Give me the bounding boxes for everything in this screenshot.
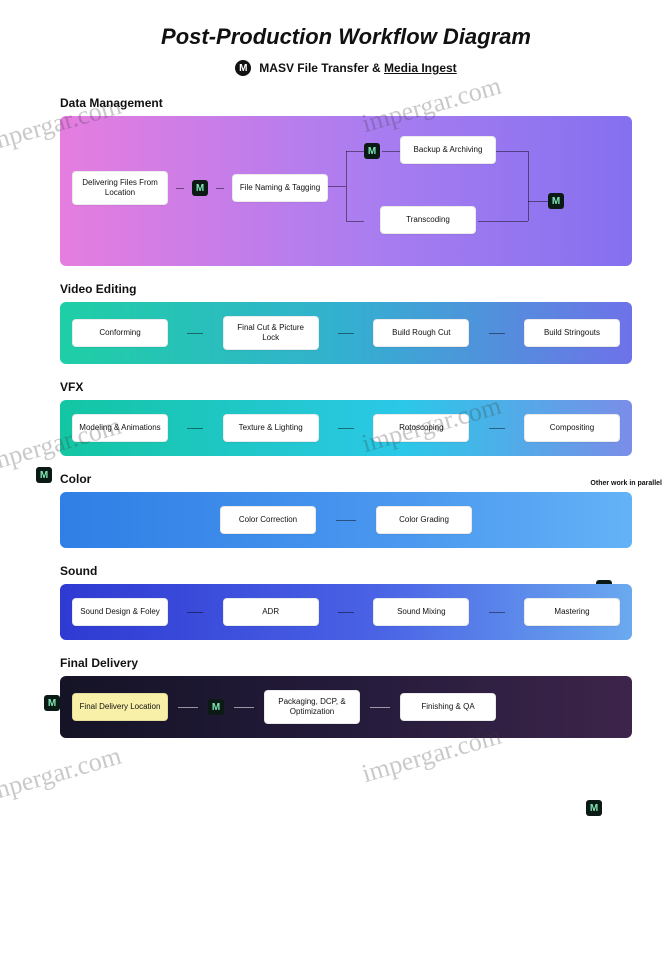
masv-icon: M xyxy=(364,143,380,159)
node-rough-cut: Build Rough Cut xyxy=(373,319,469,347)
section-label-final: Final Delivery xyxy=(60,656,632,670)
subtitle-row: M MASV File Transfer & Media Ingest xyxy=(60,60,632,76)
subtitle: MASV File Transfer & Media Ingest xyxy=(259,61,456,75)
masv-icon: M xyxy=(548,193,564,209)
connector xyxy=(346,221,364,222)
section-label-data: Data Management xyxy=(60,96,632,110)
subtitle-underline: Media Ingest xyxy=(384,61,457,75)
masv-logo-icon: M xyxy=(235,60,251,76)
connector xyxy=(176,188,184,189)
section-label-vfx: VFX xyxy=(60,380,632,394)
watermark: impergar.com xyxy=(0,741,125,809)
masv-icon: M xyxy=(192,180,208,196)
connector xyxy=(216,188,224,189)
node-final-location: Final Delivery Location xyxy=(72,693,168,721)
connector xyxy=(178,707,198,708)
node-color-grading: Color Grading xyxy=(376,506,472,534)
connector xyxy=(336,520,356,521)
node-picture-lock: Final Cut & Picture Lock xyxy=(223,316,319,350)
section-label-color: Color xyxy=(60,472,632,486)
connector xyxy=(370,707,390,708)
stage-data-management: Delivering Files From Location M File Na… xyxy=(60,116,632,266)
stage-vfx: Modeling & Animations Texture & Lighting… xyxy=(60,400,632,456)
section-label-video: Video Editing xyxy=(60,282,632,296)
connector xyxy=(489,333,505,334)
node-color-correction: Color Correction xyxy=(220,506,316,534)
connector xyxy=(187,612,203,613)
masv-icon: M xyxy=(586,800,602,816)
connector xyxy=(489,428,505,429)
connector xyxy=(234,707,254,708)
node-rotoscoping: Rotoscoping xyxy=(373,414,469,442)
connector xyxy=(338,428,354,429)
connector xyxy=(338,333,354,334)
connector xyxy=(528,201,548,202)
connector xyxy=(187,428,203,429)
connector xyxy=(338,612,354,613)
stage-final-delivery: Final Delivery Location M Packaging, DCP… xyxy=(60,676,632,738)
node-packaging: Packaging, DCP, & Optimization xyxy=(264,690,360,724)
node-conforming: Conforming xyxy=(72,319,168,347)
node-mastering: Mastering xyxy=(524,598,620,626)
masv-icon: M xyxy=(44,695,60,711)
connector xyxy=(528,151,529,221)
section-label-sound: Sound xyxy=(60,564,632,578)
connector xyxy=(328,186,346,187)
connector xyxy=(496,151,528,152)
node-file-naming: File Naming & Tagging xyxy=(232,174,328,202)
stage-color: Color Correction Color Grading xyxy=(60,492,632,548)
node-modeling: Modeling & Animations xyxy=(72,414,168,442)
masv-icon: M xyxy=(208,699,224,715)
connector xyxy=(346,151,364,152)
node-texture: Texture & Lighting xyxy=(223,414,319,442)
connector xyxy=(489,612,505,613)
node-sound-mixing: Sound Mixing xyxy=(373,598,469,626)
side-note: Other work in parallel xyxy=(590,480,662,487)
subtitle-prefix: MASV File Transfer & xyxy=(259,61,384,75)
connector xyxy=(187,333,203,334)
workflow-diagram: Post-Production Workflow Diagram M MASV … xyxy=(0,0,672,768)
stage-video-editing: Conforming Final Cut & Picture Lock Buil… xyxy=(60,302,632,364)
node-compositing: Compositing xyxy=(524,414,620,442)
stage-sound: Sound Design & Foley ADR Sound Mixing Ma… xyxy=(60,584,632,640)
page-title: Post-Production Workflow Diagram xyxy=(60,24,632,50)
masv-icon: M xyxy=(36,467,52,483)
node-adr: ADR xyxy=(223,598,319,626)
node-stringouts: Build Stringouts xyxy=(524,319,620,347)
node-finishing-qa: Finishing & QA xyxy=(400,693,496,721)
node-deliver-files: Delivering Files From Location xyxy=(72,171,168,205)
connector xyxy=(478,221,528,222)
connector xyxy=(382,151,400,152)
node-transcode: Transcoding xyxy=(380,206,476,234)
node-backup: Backup & Archiving xyxy=(400,136,496,164)
node-sound-design: Sound Design & Foley xyxy=(72,598,168,626)
connector xyxy=(346,151,347,221)
